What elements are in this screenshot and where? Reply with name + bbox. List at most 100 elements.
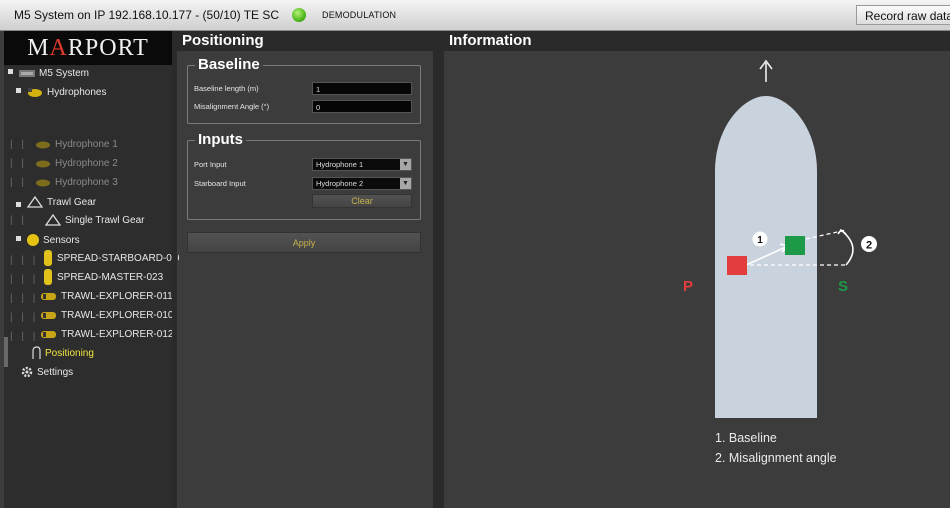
tree-guide: | | | [10,293,39,304]
up-arrow-icon [759,59,773,82]
information-header: Information [444,31,950,51]
tree-item-hydrophone-1[interactable]: Hydrophone 1 [34,136,118,154]
tree-guide: | | [10,177,27,188]
tree-guide: | | [10,158,27,169]
expand-toggle-icon[interactable] [16,202,21,207]
status-label: DEMODULATION [322,10,397,20]
baseline-length-input[interactable]: 1 [312,82,412,95]
callout-2-label: 2 [866,240,872,252]
tree-item-label: Hydrophones [47,87,107,98]
arc-arrow-icon [837,228,847,235]
tree-item-label: Trawl Gear [47,197,97,208]
port-hydrophone-marker [727,256,747,275]
baseline-length-label: Baseline length (m) [194,84,259,93]
expand-toggle-icon[interactable] [8,69,13,74]
diagram-legend-baseline: 1. Baseline [715,431,777,445]
panel-divider[interactable] [433,31,444,508]
trawl-icon [26,196,44,209]
tree-item-sensors[interactable]: Sensors [26,232,80,250]
title-bar: M5 System on IP 192.168.10.177 - (50/10)… [0,0,950,31]
tree-item-positioning[interactable]: Positioning [30,345,94,363]
tree-item-spread-starboard-026[interactable]: SPREAD-STARBOARD-026 [42,250,183,268]
starboard-hydrophone-marker [785,236,805,255]
diagram-legend-misalignment: 2. Misalignment angle [715,451,837,465]
tree-item-label: SPREAD-MASTER-023 [57,272,164,283]
expand-toggle-icon[interactable] [16,88,21,93]
inputs-group: Inputs Port Input Hydrophone 1 ▼ Starboa… [187,131,421,220]
tree-item-label: TRAWL-EXPLORER-012 [61,329,174,340]
trawl-icon [44,214,62,227]
information-panel: 1 2 P S 1. Baseline 2. Misalignment angl… [444,51,950,508]
tree-item-label: Hydrophone 2 [55,158,118,169]
window-title: M5 System on IP 192.168.10.177 - (50/10)… [14,8,280,22]
record-raw-data-button[interactable]: Record raw data [856,5,950,25]
tree-item-label: TRAWL-EXPLORER-011 [61,291,173,302]
tree-item-label: TRAWL-EXPLORER-010 [61,310,174,321]
tree-item-trawl-explorer-010[interactable]: TRAWL-EXPLORER-010 [40,307,173,325]
starboard-input-label: Starboard Input [194,179,246,188]
sensor-icon [44,250,52,267]
sensor-icon [27,234,39,247]
misalignment-angle-input[interactable]: 0 [312,100,412,113]
clear-button[interactable]: Clear [312,194,412,208]
chevron-down-icon[interactable]: ▼ [400,159,411,170]
apply-button[interactable]: Apply [187,232,421,253]
settings-icon [21,367,33,378]
system-icon [19,70,35,78]
positioning-icon [32,346,41,360]
tree-item-label: Single Trawl Gear [65,215,145,226]
tree-item-settings[interactable]: Settings [20,364,73,382]
tree-item-m5-system[interactable]: M5 System [18,65,89,83]
positioning-panel: Baseline Baseline length (m) 1 Misalignm… [179,51,433,508]
starboard-label: S [838,278,848,295]
status-indicator-icon [292,8,306,22]
starboard-input-value: Hydrophone 2 [316,179,364,188]
tree-item-label: Positioning [45,348,94,359]
tree-item-label: M5 System [39,68,90,79]
port-input-value: Hydrophone 1 [316,160,364,169]
callout-1-label: 1 [757,235,763,246]
port-input-label: Port Input [194,160,227,169]
tree-item-trawl-explorer-011[interactable]: TRAWL-EXPLORER-011 [40,288,173,306]
positioning-header: Positioning [177,31,433,51]
misalignment-angle-label: Misalignment Angle (°) [194,102,270,111]
tree-guide: | | | [10,255,39,266]
tree-item-hydrophones[interactable]: Hydrophones [26,84,106,102]
starboard-input-select[interactable]: Hydrophone 2 ▼ [312,177,412,190]
tree-guide: | | | [10,274,39,285]
hydrophone-icon [28,88,42,98]
inputs-legend: Inputs [195,131,246,149]
explorer-icon [41,331,56,339]
baseline-legend: Baseline [195,56,263,74]
tree-item-hydrophone-3[interactable]: Hydrophone 3 [34,174,118,192]
tree-guide: | | [10,139,27,150]
hydrophone-icon [36,179,50,187]
tree-guide: | | | [10,331,39,342]
hydrophone-icon [36,141,50,149]
tree-item-single-trawl-gear[interactable]: Single Trawl Gear [44,212,144,230]
boat-diagram: 1 2 P S [683,59,877,418]
tree-guide: | | [10,215,27,226]
tree-item-hydrophone-2[interactable]: Hydrophone 2 [34,155,118,173]
hydrophone-icon [36,160,50,168]
tree-item-spread-master-023[interactable]: SPREAD-MASTER-023 [42,269,163,287]
expand-toggle-icon[interactable] [16,236,21,241]
tree-item-label: Sensors [43,235,80,246]
explorer-icon [41,293,56,301]
port-label: P [683,278,693,295]
panel-divider[interactable] [172,31,177,508]
tree-guide: | | | [10,312,39,323]
port-input-select[interactable]: Hydrophone 1 ▼ [312,158,412,171]
angle-arc [840,229,854,266]
tree-item-label: Settings [37,367,74,378]
tree-item-label: Hydrophone 1 [55,139,118,150]
chevron-down-icon[interactable]: ▼ [400,178,411,189]
tree-item-label: SPREAD-STARBOARD-026 [57,253,183,264]
marport-logo: MARPORT [4,31,172,65]
baseline-group: Baseline Baseline length (m) 1 Misalignm… [187,56,421,124]
navigation-sidebar: MARPORT M5 System Hydrophones | | Hydrop… [4,31,183,508]
sensor-icon [44,269,52,286]
tree-item-trawl-gear[interactable]: Trawl Gear [26,194,96,212]
tree-item-trawl-explorer-012[interactable]: TRAWL-EXPLORER-012 [40,326,173,344]
tree-scroll-handle[interactable] [4,337,8,367]
